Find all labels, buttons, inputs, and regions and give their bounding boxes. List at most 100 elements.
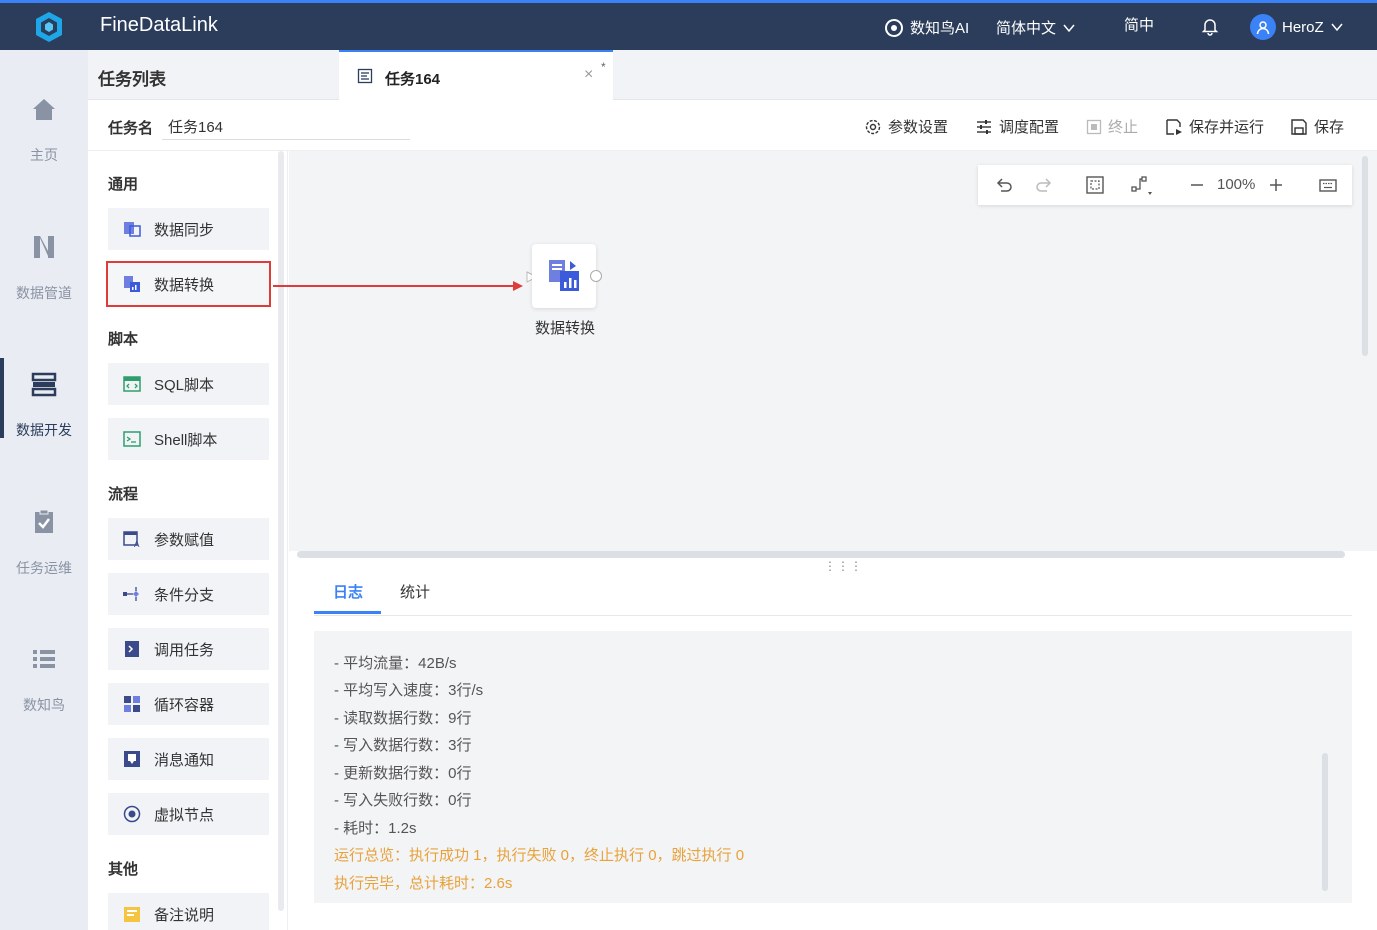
palette-item-label: Shell脚本 <box>154 431 218 449</box>
language-select[interactable]: 简体中文 <box>996 17 1076 38</box>
zoom-in-icon[interactable] <box>1267 175 1285 195</box>
layout-icon[interactable] <box>1130 175 1156 197</box>
stop-label: 终止 <box>1108 119 1139 136</box>
palette-item-label: 调用任务 <box>154 641 215 659</box>
notification-button[interactable] <box>1200 16 1220 36</box>
data-transform-icon <box>124 276 140 292</box>
palette-item-label: 循环容器 <box>154 696 215 714</box>
list-icon <box>33 650 55 668</box>
group-other: 其他 <box>108 861 139 878</box>
stop-button[interactable]: 终止 <box>1086 116 1138 137</box>
task-name-label: 任务名 <box>108 120 154 137</box>
palette-item-shell-script[interactable]: Shell脚本 <box>108 418 269 460</box>
log-line: - 读取数据行数：9行 <box>334 710 472 727</box>
palette-item-label: 备注说明 <box>154 906 215 924</box>
nav-item-shuzhiniao[interactable]: 数知鸟 <box>0 645 88 755</box>
log-line: - 写入失败行数：0行 <box>334 792 472 809</box>
chevron-down-icon <box>1331 23 1343 32</box>
palette-item-label: 数据同步 <box>154 221 215 239</box>
nav-label: 数知鸟 <box>23 697 65 713</box>
canvas-horizontal-scrollbar[interactable] <box>297 551 1345 558</box>
log-panel: ⋮⋮⋮ 日志 统计 - 平均流量：42B/s - 平均写入速度：3行/s - 读… <box>289 559 1377 930</box>
palette-item-sql-script[interactable]: SQL脚本 <box>108 363 269 405</box>
data-sync-icon <box>124 222 141 237</box>
palette-scrollbar[interactable] <box>278 151 284 911</box>
bell-icon <box>1201 19 1219 36</box>
tab-divider <box>314 615 1352 616</box>
note-icon <box>124 907 140 922</box>
palette-item-param-assign[interactable]: A 参数赋值 <box>108 518 269 560</box>
nav-item-ops[interactable]: 任务运维 <box>0 508 88 618</box>
undo-icon[interactable] <box>994 175 1014 195</box>
nav-label: 主页 <box>30 147 58 163</box>
save-button[interactable]: 保存 <box>1290 116 1344 137</box>
fit-view-icon[interactable] <box>1085 175 1105 195</box>
nav-label: 数据开发 <box>16 422 72 438</box>
node-palette: 通用 数据同步 数据转换 脚本 SQL脚本 Shell脚本 流程 A 参数赋值 … <box>88 151 288 930</box>
avatar <box>1250 14 1276 40</box>
keyboard-icon[interactable] <box>1318 175 1338 195</box>
task-name-input[interactable]: 任务164 <box>162 114 410 140</box>
active-tab-indicator <box>314 611 381 614</box>
nav-label: 任务运维 <box>16 560 72 576</box>
call-task-icon <box>125 641 139 657</box>
canvas-vertical-scrollbar[interactable] <box>1362 156 1368 356</box>
schedule-button[interactable]: 调度配置 <box>975 116 1059 137</box>
task-header: 任务名 任务164 参数设置 调度配置 终止 保存并运行 保存 <box>88 100 1377 151</box>
log-summary: 运行总览：执行成功 1，执行失败 0，终止执行 0，跳过执行 0 <box>334 847 745 864</box>
ai-assistant-button[interactable]: 数知鸟AI <box>884 17 969 38</box>
stop-icon <box>1086 119 1102 134</box>
log-content: - 平均流量：42B/s - 平均写入速度：3行/s - 读取数据行数：9行 -… <box>314 631 1352 903</box>
brand-name: FineDataLink <box>100 14 218 36</box>
log-line: - 耗时：1.2s <box>334 820 417 837</box>
palette-item-virtual-node[interactable]: 虚拟节点 <box>108 793 269 835</box>
close-icon[interactable]: × <box>584 66 593 84</box>
nav-item-data-dev[interactable]: 数据开发 <box>0 358 88 480</box>
drag-arrow-icon <box>273 281 523 291</box>
redo-icon[interactable] <box>1034 175 1054 195</box>
save-run-label: 保存并运行 <box>1189 119 1265 136</box>
palette-item-data-sync[interactable]: 数据同步 <box>108 208 269 250</box>
data-transform-icon <box>549 260 579 291</box>
fdl-logo-icon <box>36 12 62 42</box>
tab-stats[interactable]: 统计 <box>400 581 430 602</box>
tab-label: 任务164 <box>385 71 441 88</box>
panel-resize-handle[interactable]: ⋮⋮⋮ <box>824 559 863 573</box>
data-transform-node[interactable] <box>532 244 596 308</box>
svg-text:A: A <box>134 540 140 549</box>
palette-item-remark[interactable]: 备注说明 <box>108 893 269 930</box>
palette-item-label: 数据转换 <box>154 276 215 294</box>
tab-row: 任务列表 任务164 × * <box>88 50 1377 101</box>
nav-label: 数据管道 <box>16 285 72 301</box>
save-run-button[interactable]: 保存并运行 <box>1165 116 1264 137</box>
zoom-level: 100% <box>1217 176 1256 193</box>
script-toggle[interactable]: 简中 <box>1124 14 1154 35</box>
params-button[interactable]: 参数设置 <box>864 116 948 137</box>
home-icon <box>33 99 55 120</box>
palette-item-label: 消息通知 <box>154 751 215 769</box>
modified-indicator: * <box>601 60 606 74</box>
palette-item-loop-container[interactable]: 循环容器 <box>108 683 269 725</box>
top-bar: FineDataLink 数知鸟AI 简体中文 简中 HeroZ <box>0 0 1377 50</box>
palette-item-condition-branch[interactable]: 条件分支 <box>108 573 269 615</box>
palette-item-call-task[interactable]: 调用任务 <box>108 628 269 670</box>
node-label: 数据转换 <box>534 320 595 337</box>
log-scrollbar[interactable] <box>1322 753 1328 891</box>
zoom-out-icon[interactable] <box>1188 175 1206 195</box>
tab-task[interactable]: 任务164 × * <box>339 50 613 101</box>
branch-icon <box>123 587 139 601</box>
nav-item-pipeline[interactable]: 数据管道 <box>0 233 88 343</box>
ai-icon <box>885 18 903 37</box>
dev-icon <box>31 372 57 397</box>
palette-item-data-transform[interactable]: 数据转换 <box>106 261 271 307</box>
palette-item-message-notify[interactable]: 消息通知 <box>108 738 269 780</box>
param-assign-icon: A <box>123 531 140 549</box>
nav-item-home[interactable]: 主页 <box>0 95 88 205</box>
user-menu[interactable]: HeroZ <box>1250 14 1344 40</box>
message-icon <box>124 751 140 767</box>
log-finish: 执行完毕，总计耗时：2.6s <box>334 875 513 892</box>
output-port-icon[interactable] <box>589 269 603 283</box>
ops-icon <box>35 509 53 533</box>
flow-canvas[interactable]: 100% 数据转换 <box>289 151 1377 558</box>
tab-log[interactable]: 日志 <box>333 581 363 602</box>
